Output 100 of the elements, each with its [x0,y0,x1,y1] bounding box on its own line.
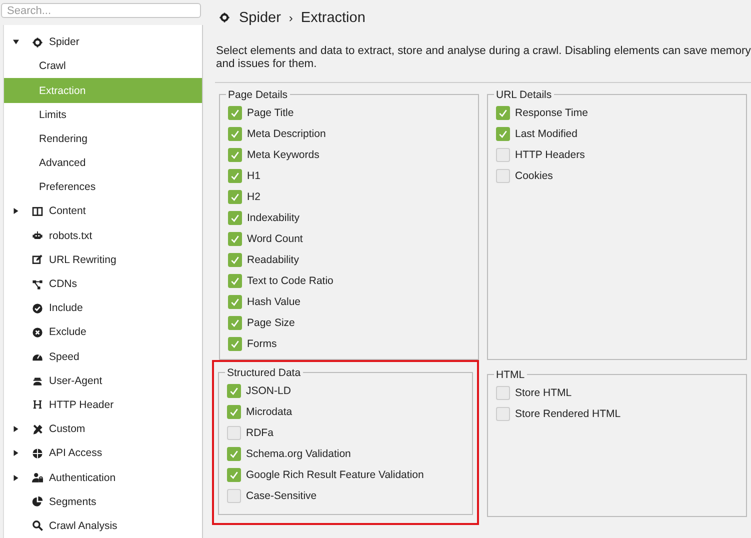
group-title: Structured Data [226,366,302,379]
tree-item[interactable]: HTTP Header [4,392,202,418]
tree-item[interactable]: Segments [4,490,202,514]
tree-item[interactable]: Advanced [4,151,202,176]
caret-icon[interactable] [13,450,19,456]
breadcrumb-item[interactable]: Spider [239,10,281,26]
checkbox[interactable] [227,447,241,462]
checkbox[interactable] [228,127,242,142]
header-h-icon [32,399,43,410]
checkbox-label: Schema.org Validation [246,448,351,460]
checkbox-label: Response Time [515,107,588,120]
checkbox-label: Text to Code Ratio [247,275,334,288]
globe-icon [32,448,43,459]
tree-item[interactable]: URL Rewriting [4,248,202,272]
pie-chart-icon [32,496,43,508]
group-title: URL Details [495,88,553,101]
network-icon [32,278,43,290]
search-field[interactable]: Search... [1,3,201,18]
tree-item[interactable]: User-Agent [4,368,202,393]
group-title: Page Details [227,88,289,101]
tree-item[interactable]: Crawl [4,54,202,78]
checkbox-label: H2 [247,191,260,204]
checkbox-label: H1 [247,170,260,182]
checkbox[interactable] [228,148,242,162]
breadcrumb-separator: › [288,10,293,24]
checkbox[interactable] [228,295,242,310]
checkbox[interactable] [496,106,510,120]
checkbox[interactable] [496,386,510,400]
checkbox-label: Cookies [515,170,553,182]
check-icon [498,129,508,140]
tree-item[interactable]: Spider [4,30,202,54]
search-icon [32,520,43,532]
checkbox[interactable] [227,489,241,504]
tree-item[interactable]: Include [4,296,202,320]
tree-item[interactable]: API Access [4,441,202,466]
tree-item[interactable]: Custom [4,417,202,442]
checkbox-label: Forms [247,338,277,350]
checkbox[interactable] [227,384,241,398]
checkbox-label: Google Rich Result Feature Validation [246,469,424,482]
check-icon [230,213,240,224]
checkbox[interactable] [228,169,242,184]
caret-icon[interactable] [13,208,19,214]
check-icon [230,318,240,328]
tree-item[interactable]: Rendering [4,126,202,151]
checkbox[interactable] [228,274,242,288]
description-text: and issues for them. [216,58,318,71]
checkbox[interactable] [496,148,510,162]
checkbox[interactable] [228,232,242,246]
checkbox-label: Microdata [246,406,292,418]
checkbox[interactable] [227,426,241,440]
checkbox-label: Hash Value [247,296,301,308]
tree-item[interactable]: Limits [4,102,202,127]
checkbox-label: JSON-LD [246,385,291,398]
caret-icon[interactable] [13,474,19,481]
tree-item[interactable]: CDNs [4,272,202,296]
checkbox[interactable] [496,169,510,184]
checkbox-label: Case-Sensitive [246,490,317,502]
checkbox[interactable] [496,407,510,422]
checkbox[interactable] [227,405,241,420]
caret-icon[interactable] [13,39,19,46]
check-icon [230,129,240,140]
check-icon [229,386,239,396]
checkbox-label: HTTP Headers [515,149,585,162]
x-circle-icon [32,326,43,338]
check-icon [230,276,240,286]
tree-item[interactable]: Authentication [4,465,202,490]
checkbox-label: Indexability [247,212,300,224]
group-title: HTML [495,368,526,381]
checkbox[interactable] [228,106,242,120]
check-icon [498,108,508,118]
tree-item[interactable]: Preferences [4,175,202,200]
checkbox-label: Meta Keywords [247,149,320,162]
tree-item[interactable]: Crawl Analysis [4,514,202,538]
checkbox[interactable] [228,211,242,226]
user-secret-icon [32,375,43,386]
tree-item[interactable]: Content [4,199,202,224]
checkbox-label: Store HTML [515,387,572,400]
checkbox-label: RDFa [246,427,274,440]
robot-icon [32,230,43,242]
check-icon [230,171,240,182]
checkbox[interactable] [228,190,242,204]
check-icon [230,255,240,266]
description-text: Select elements and data to extract, store and analyse during a crawl. Disabling elements can save memory [216,45,751,58]
check-icon [230,150,240,160]
check-icon [230,108,240,118]
tree-item[interactable]: Exclude [4,320,202,344]
check-icon [229,407,239,418]
tree-item[interactable]: robots.txt [4,224,202,248]
checkbox-label: Meta Description [247,128,326,140]
tree-item[interactable]: Speed [4,344,202,369]
checkbox[interactable] [228,253,242,268]
checkbox[interactable] [228,337,242,352]
checkbox[interactable] [228,316,242,330]
caret-icon[interactable] [13,426,19,432]
checkbox-label: Page Title [247,107,294,120]
checkbox[interactable] [496,127,510,142]
edit-icon [32,254,43,266]
user-lock-icon [32,472,43,484]
checkbox-label: Word Count [247,233,303,246]
checkbox[interactable] [227,468,241,482]
